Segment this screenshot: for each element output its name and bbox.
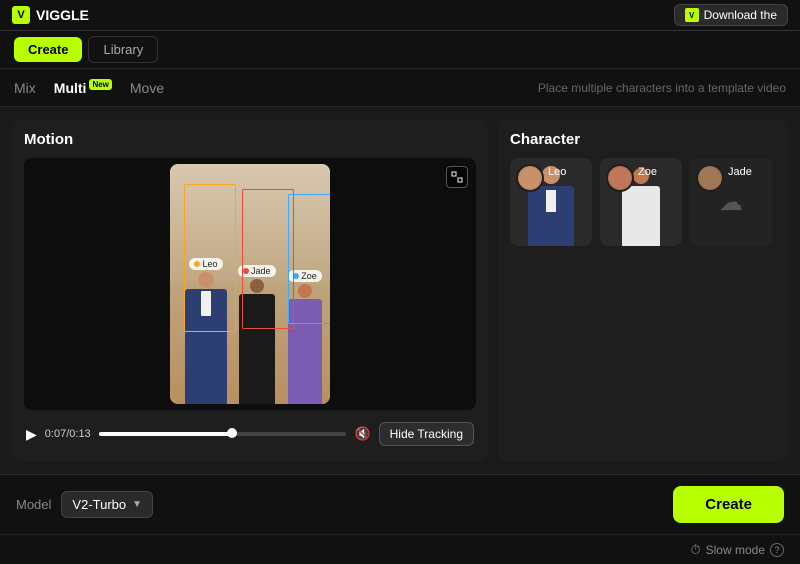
time-display: 0:07/0:13	[45, 428, 91, 440]
tab-move[interactable]: Move	[130, 78, 164, 98]
upload-cloud-icon: ☁	[719, 188, 743, 217]
logo-icon: V	[12, 6, 30, 24]
motion-panel: Motion Leo	[12, 119, 488, 462]
logo-text: VIGGLE	[36, 7, 89, 23]
chevron-down-icon: ▼	[132, 499, 142, 510]
mode-tabs: Mix Multi New Move Place multiple charac…	[0, 69, 800, 107]
jade-card-name: Jade	[728, 166, 752, 178]
character-panel: Character Leo Zoe	[498, 119, 788, 462]
tab-mix[interactable]: Mix	[14, 78, 36, 98]
progress-bar[interactable]	[99, 432, 347, 436]
tab-multi[interactable]: Multi New	[54, 80, 112, 96]
main-content: Motion Leo	[0, 107, 800, 474]
mode-hint: Place multiple characters into a templat…	[538, 81, 786, 95]
character-cards: Leo Zoe	[510, 158, 776, 246]
logo: V VIGGLE	[12, 6, 89, 24]
video-area: Leo Jade	[24, 158, 476, 410]
slow-mode-icon: ⏱	[690, 542, 700, 558]
create-tab[interactable]: Create	[14, 37, 82, 62]
multi-badge: New	[89, 79, 111, 90]
leo-card-suit	[528, 186, 574, 246]
download-label: Download the	[704, 8, 777, 22]
tab-multi-label: Multi	[54, 80, 87, 96]
time-current: 0:07	[45, 428, 66, 440]
model-label: Model	[16, 497, 51, 512]
download-v-icon: V	[685, 8, 699, 22]
video-preview-inner: Leo Jade	[170, 164, 330, 404]
library-tab[interactable]: Library	[88, 36, 158, 63]
expand-button[interactable]	[446, 166, 468, 188]
jade-avatar	[696, 164, 724, 192]
model-value: V2-Turbo	[72, 497, 126, 512]
leo-avatar	[516, 164, 544, 192]
help-icon[interactable]: ?	[770, 543, 784, 557]
hide-tracking-button[interactable]: Hide Tracking	[379, 422, 474, 446]
leo-card[interactable]: Leo	[510, 158, 592, 246]
mode-tabs-left: Mix Multi New Move	[14, 78, 164, 98]
time-total: 0:13	[69, 428, 90, 440]
slow-mode-bar: ⏱ Slow mode ?	[0, 534, 800, 564]
bottom-bar: Model V2-Turbo ▼ Create	[0, 474, 800, 534]
leo-card-shirt	[546, 190, 556, 212]
leo-card-name: Leo	[548, 166, 566, 178]
zoe-card[interactable]: Zoe	[600, 158, 682, 246]
video-controls: ▶ 0:07/0:13 🔇 Hide Tracking	[24, 418, 476, 450]
model-dropdown[interactable]: V2-Turbo ▼	[61, 491, 153, 518]
tracking-box-zoe	[288, 194, 330, 324]
jade-card[interactable]: Jade ☁	[690, 158, 772, 246]
tracking-box-jade	[242, 189, 294, 329]
motion-title: Motion	[24, 131, 476, 148]
progress-thumb[interactable]	[227, 428, 237, 438]
download-button[interactable]: V Download the	[674, 4, 788, 26]
expand-icon	[451, 171, 463, 183]
video-preview: Leo Jade	[170, 164, 330, 404]
slow-mode-text: Slow mode	[706, 543, 765, 557]
tracking-box-leo	[184, 184, 236, 332]
zoe-card-name: Zoe	[638, 166, 657, 178]
progress-fill	[99, 432, 232, 436]
create-button[interactable]: Create	[673, 486, 784, 523]
nav-tabs: Create Library	[0, 31, 800, 69]
zoe-avatar	[606, 164, 634, 192]
character-title: Character	[510, 131, 776, 148]
volume-button[interactable]: 🔇	[354, 426, 370, 442]
play-button[interactable]: ▶	[26, 426, 37, 443]
model-selector: Model V2-Turbo ▼	[16, 491, 153, 518]
zoe-card-dress	[622, 186, 660, 246]
topbar: V VIGGLE V Download the	[0, 0, 800, 31]
